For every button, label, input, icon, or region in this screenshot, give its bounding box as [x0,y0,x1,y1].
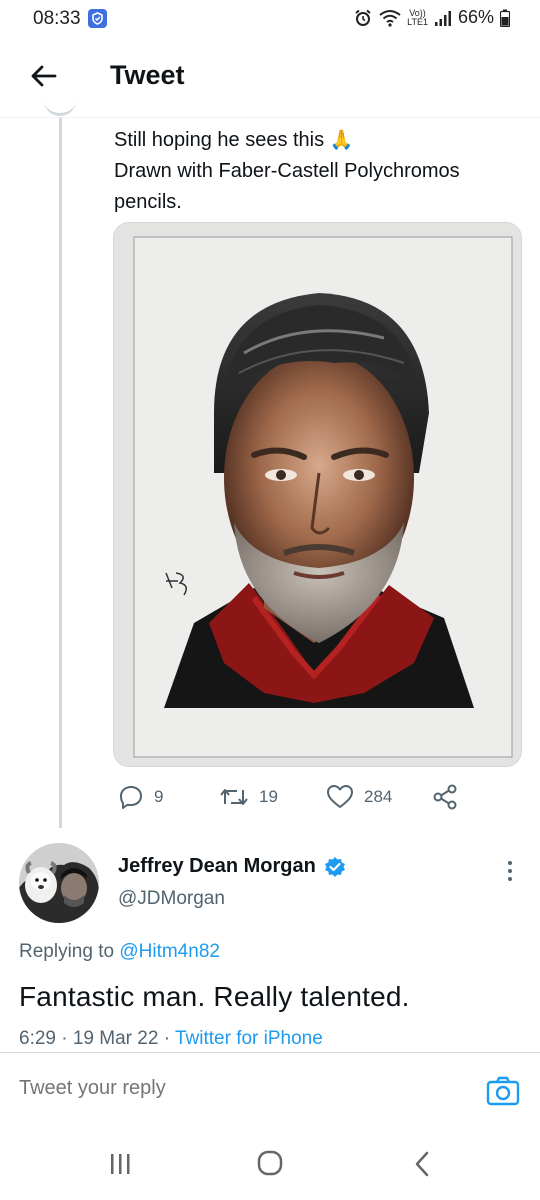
folded-hands-emoji: 🙏 [329,130,354,151]
retweet-count: 19 [259,787,278,806]
reply-composer [0,1052,540,1127]
replying-to-mention[interactable]: @Hitm4n82 [119,941,220,962]
like-action[interactable]: 284 [326,780,392,814]
home-icon [257,1150,283,1176]
more-options-button[interactable] [500,858,520,884]
retweet-action[interactable]: 19 [219,780,278,814]
recent-apps-icon [111,1154,130,1174]
verified-badge-icon [324,856,345,877]
portrait-drawing-image [114,223,521,766]
tweet-text-line3: pencils. [114,191,182,213]
like-count: 284 [364,787,393,806]
volte-indicator: Vo)) LTE1 [407,8,428,27]
recent-apps-button[interactable] [100,1147,140,1181]
signal-icon [434,10,451,26]
back-arrow-icon [31,65,57,87]
status-time: 08:33 [33,8,81,29]
share-action[interactable] [432,780,458,814]
reply-input[interactable] [19,1077,419,1100]
reply-author-name[interactable]: Jeffrey Dean Morgan [118,855,346,878]
lte-label: LTE1 [407,16,428,27]
reply-timestamp[interactable]: 6:29 · 19 Mar 22 · [19,1028,170,1049]
reply-meta: 6:29 · 19 Mar 22 · Twitter for iPhone [19,1028,323,1050]
add-photo-button[interactable] [484,1073,522,1111]
battery-icon [500,9,510,27]
back-nav-button[interactable] [402,1147,442,1181]
home-button[interactable] [250,1147,290,1181]
tweet-text-line2: Drawn with Faber-Castell Polychromos [114,160,460,182]
battery-percent: 66% [457,7,494,27]
reply-count: 9 [154,787,164,806]
tweet-text: Still hoping he sees this 🙏 Drawn with F… [114,125,524,218]
replying-to-line: Replying to @Hitm4n82 [19,941,220,963]
tweet-media-image[interactable] [113,222,522,767]
camera-icon [486,1076,520,1106]
avatar-image [19,843,99,923]
wifi-icon [379,9,401,27]
heart-icon [327,785,353,808]
reply-icon [120,786,142,809]
tweet-text-line1: Still hoping he sees this [114,129,325,151]
reply-source-link[interactable]: Twitter for iPhone [175,1028,323,1049]
status-bar: 08:33 Vo)) LTE1 66% [0,0,540,40]
alarm-icon [355,9,371,26]
app-header: Tweet [0,40,540,118]
reply-avatar[interactable] [19,843,99,923]
more-vertical-icon [508,861,512,881]
tweet-actions: 9 19 284 [114,780,514,814]
thread-line [59,118,62,828]
reply-author-handle[interactable]: @JDMorgan [118,888,225,910]
back-chevron-icon [415,1151,429,1177]
reply-action[interactable]: 9 [118,780,163,814]
retweet-icon [220,789,248,805]
status-icons: Vo)) LTE1 66% [353,7,510,28]
reply-text: Fantastic man. Really talented. [19,981,410,1012]
back-button[interactable] [26,58,62,94]
system-nav-bar [0,1127,540,1200]
page-title: Tweet [110,60,185,90]
author-name-text: Jeffrey Dean Morgan [118,855,316,877]
share-icon [433,784,457,810]
shield-icon [88,9,107,28]
replying-to-label: Replying to [19,941,115,962]
